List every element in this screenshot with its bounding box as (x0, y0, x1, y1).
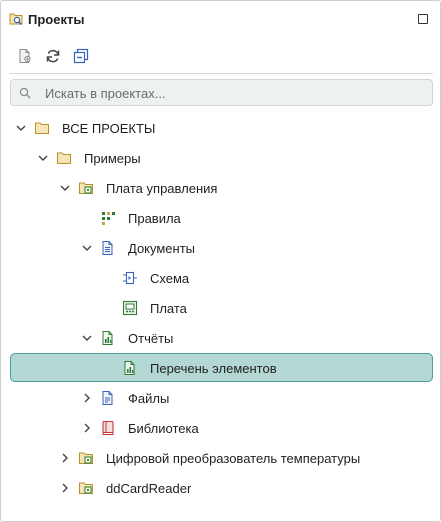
panel-title: Проекты (28, 12, 85, 27)
projects-panel: Проекты Искать в проектах... ВСЕ ПРОЕКТЫ… (0, 0, 441, 522)
tree-item-label: Плата управления (106, 181, 218, 196)
chevron-down-icon[interactable] (14, 121, 28, 135)
project-search-icon (9, 13, 23, 25)
tree-item-label: Документы (128, 241, 196, 256)
tree-item-label: Файлы (128, 391, 170, 406)
document-add-icon (19, 49, 31, 63)
report-icon (124, 361, 135, 375)
toolbar (1, 45, 440, 69)
chevron-down-icon[interactable] (58, 181, 72, 195)
folder-icon (35, 122, 49, 134)
refresh-icon (46, 49, 60, 63)
panel-header: Проекты (1, 1, 440, 37)
tree-item-board[interactable]: Плата (1, 294, 441, 322)
pcb-icon (122, 300, 138, 316)
maximize-icon[interactable] (418, 14, 428, 24)
search-input[interactable] (45, 83, 425, 103)
rules-icon (102, 212, 115, 225)
file-icon (102, 391, 113, 405)
add-document-button[interactable] (14, 45, 36, 67)
search-icon (19, 87, 31, 99)
chevron-right-icon[interactable] (58, 481, 72, 495)
tree-item-control-board[interactable]: Плата управления (1, 174, 441, 202)
tree-item-bom[interactable]: Перечень элементов (1, 354, 441, 382)
tree-item-label: Схема (150, 271, 190, 286)
chevron-right-icon[interactable] (80, 391, 94, 405)
library-icon (102, 420, 114, 435)
chevron-down-icon[interactable] (80, 241, 94, 255)
tree-item-label: Отчёты (128, 331, 174, 346)
tree-item-label: Правила (128, 211, 181, 226)
documents-icon (102, 241, 113, 255)
tree-item-scheme[interactable]: Схема (1, 264, 441, 292)
chevron-down-icon[interactable] (80, 331, 94, 345)
chevron-right-icon[interactable] (58, 451, 72, 465)
tree-item-documents[interactable]: Документы (1, 234, 441, 262)
project-folder-icon (79, 182, 93, 194)
tree-item-rules[interactable]: Правила (1, 204, 441, 232)
tree-item-label: Цифровой преобразователь температуры (106, 451, 361, 466)
tree-item-digital-converter[interactable]: Цифровой преобразователь температуры (1, 444, 441, 472)
tree-item-files[interactable]: Файлы (1, 384, 441, 412)
tree-item-label: Библиотека (128, 421, 199, 436)
tree-item-label: Плата (150, 301, 187, 316)
tree-item-label: ddCardReader (106, 481, 192, 496)
tree-item-label: Перечень элементов (150, 361, 277, 376)
collapse-all-icon (73, 48, 89, 64)
tree-item-label: Примеры (84, 151, 141, 166)
refresh-button[interactable] (42, 45, 64, 67)
tree-item-reports[interactable]: Отчёты (1, 324, 441, 352)
tree-item-library[interactable]: Библиотека (1, 414, 441, 442)
schematic-icon (123, 271, 137, 285)
tree-item-all-projects[interactable]: ВСЕ ПРОЕКТЫ (1, 114, 441, 142)
folder-icon (57, 152, 71, 164)
tree-item-label: ВСЕ ПРОЕКТЫ (62, 121, 156, 136)
project-folder-icon (79, 482, 93, 494)
toolbar-divider (9, 73, 433, 74)
tree-item-ddcardreader[interactable]: ddCardReader (1, 474, 441, 502)
tree-item-examples[interactable]: Примеры (1, 144, 441, 172)
collapse-all-button[interactable] (70, 45, 92, 67)
report-icon (102, 331, 113, 345)
chevron-down-icon[interactable] (36, 151, 50, 165)
project-folder-icon (79, 452, 93, 464)
search-box[interactable] (10, 79, 433, 106)
chevron-right-icon[interactable] (80, 421, 94, 435)
